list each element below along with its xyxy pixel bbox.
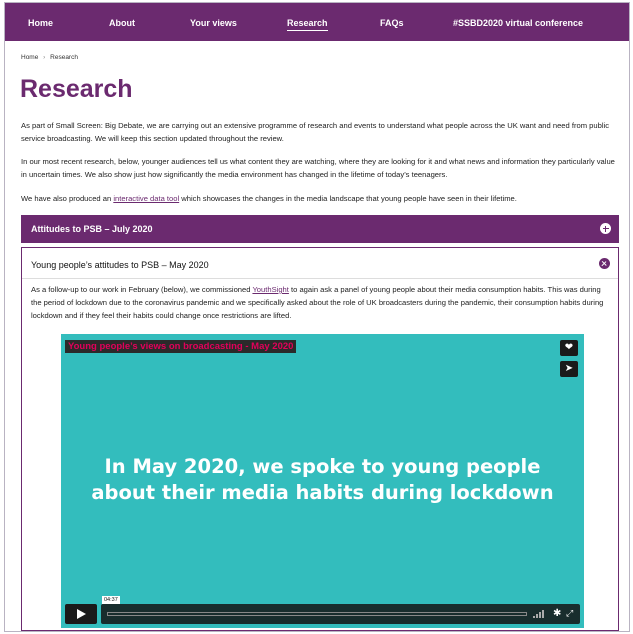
video-player[interactable]: Young people’s views on broadcasting - M…: [61, 334, 584, 628]
gear-icon[interactable]: ✱: [553, 608, 561, 619]
nav-virtual-conference[interactable]: #SSBD2020 virtual conference: [453, 18, 583, 28]
close-circle-icon[interactable]: [599, 258, 610, 269]
page-title: Research: [20, 75, 133, 103]
data-tool-paragraph: We have also produced an interactive dat…: [21, 193, 619, 206]
data-tool-text-before: We have also produced an: [21, 194, 114, 203]
breadcrumb-current: Research: [50, 54, 78, 61]
send-icon[interactable]: ➤: [560, 361, 578, 377]
video-title[interactable]: Young people’s views on broadcasting - M…: [65, 340, 297, 353]
top-navigation: Home About Your views Research FAQs #SSB…: [5, 3, 629, 41]
fullscreen-icon[interactable]: ⤢: [566, 608, 573, 619]
nav-home[interactable]: Home: [28, 18, 53, 28]
accordion-title[interactable]: Young people’s attitudes to PSB – May 20…: [31, 260, 209, 270]
youthsight-link[interactable]: YouthSight: [252, 285, 288, 294]
video-controls: 04:37 ✱ ⤢: [65, 596, 580, 624]
accordion-divider: [22, 278, 618, 279]
intro-paragraph: As part of Small Screen: Big Debate, we …: [21, 121, 609, 143]
nav-about[interactable]: About: [109, 18, 135, 28]
video-caption: In May 2020, we spoke to young people ab…: [61, 454, 584, 506]
recent-research-paragraph: In our most recent research, below, youn…: [21, 157, 615, 179]
play-icon[interactable]: [65, 604, 97, 624]
data-tool-text-after: which showcases the changes in the media…: [179, 194, 517, 203]
heart-icon[interactable]: ❤: [560, 340, 578, 356]
breadcrumb: Home › Research: [21, 54, 78, 61]
page-frame: Home About Your views Research FAQs #SSB…: [4, 2, 630, 632]
interactive-data-tool-link[interactable]: interactive data tool: [113, 194, 179, 203]
caption-line-1: In May 2020, we spoke to young people: [104, 455, 541, 478]
volume-icon[interactable]: [533, 610, 547, 618]
accordion-body: As a follow-up to our work in February (…: [31, 284, 613, 322]
body-text-before: As a follow-up to our work in February (…: [31, 285, 253, 294]
caption-line-2: about their media habits during lockdown: [91, 481, 554, 504]
progress-bar[interactable]: [107, 612, 527, 616]
accordion-attitudes-july-2020[interactable]: Attitudes to PSB – July 2020: [21, 215, 619, 243]
nav-research[interactable]: Research: [287, 18, 328, 31]
breadcrumb-separator: ›: [43, 54, 46, 61]
breadcrumb-home[interactable]: Home: [21, 54, 38, 61]
time-badge: 04:37: [102, 596, 120, 604]
accordion-title: Attitudes to PSB – July 2020: [31, 224, 153, 234]
nav-faqs[interactable]: FAQs: [380, 18, 404, 28]
nav-your-views[interactable]: Your views: [190, 18, 237, 28]
control-bar: 04:37 ✱ ⤢: [101, 596, 580, 624]
plus-circle-icon[interactable]: [600, 223, 611, 234]
